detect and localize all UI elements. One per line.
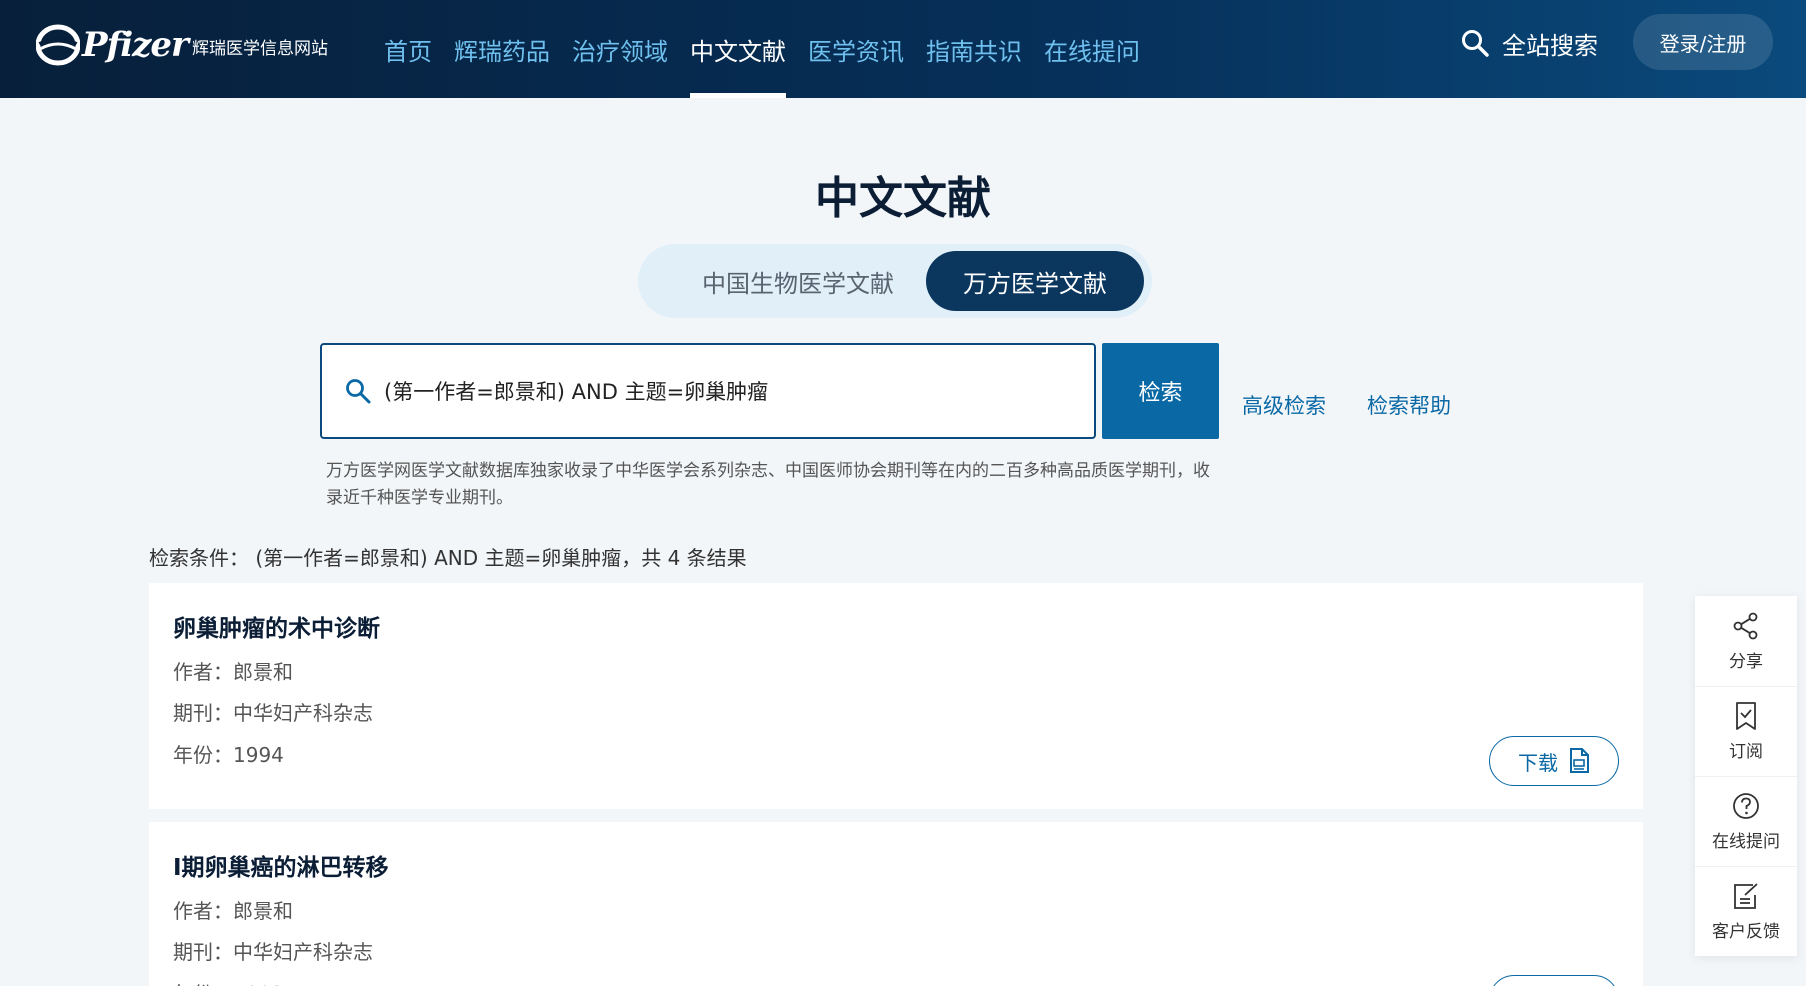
toolbar-subscribe[interactable]: 订阅 (1695, 686, 1797, 776)
floating-toolbar: 分享 订阅 在线提问 客户反馈 (1695, 596, 1797, 956)
result-card: 卵巢肿瘤的术中诊断 作者：郎景和 期刊：中华妇产科杂志 年份：1994 下载 (149, 583, 1643, 809)
main-nav: 首页 辉瑞药品 治疗领域 中文文献 医学资讯 指南共识 在线提问 (384, 0, 1162, 98)
toolbar-label: 客户反馈 (1712, 922, 1780, 942)
database-description: 万方医学网医学文献数据库独家收录了中华医学会系列杂志、中国医师协会期刊等在内的二… (326, 461, 1210, 508)
search-box (320, 343, 1096, 439)
result-journal: 期刊：中华妇产科杂志 (173, 701, 373, 725)
nav-pfizer-products[interactable]: 辉瑞药品 (454, 0, 550, 98)
result-title[interactable]: Ⅰ期卵巢癌的淋巴转移 (173, 848, 389, 882)
toolbar-label: 在线提问 (1712, 832, 1780, 852)
question-icon (1733, 793, 1759, 819)
pdf-document-icon (1570, 748, 1589, 773)
pfizer-logo-icon (36, 24, 80, 66)
toolbar-feedback[interactable]: 客户反馈 (1695, 866, 1797, 956)
tab-wanfang[interactable]: 万方医学文献 (926, 251, 1144, 311)
toolbar-share[interactable]: 分享 (1695, 596, 1797, 686)
logo-wordmark: Pfizer (82, 25, 189, 65)
search-condition-summary: 检索条件： (第一作者=郎景和) AND 主题=卵巢肿瘤，共 4 条结果 (149, 546, 747, 570)
result-author: 作者：郎景和 (173, 660, 293, 684)
nav-online-question[interactable]: 在线提问 (1044, 0, 1140, 98)
search-icon (1462, 30, 1489, 57)
feedback-icon (1734, 883, 1758, 909)
top-header: Pfizer 辉瑞医学信息网站 首页 辉瑞药品 治疗领域 中文文献 医学资讯 指… (0, 0, 1806, 98)
search-input[interactable] (384, 379, 1064, 403)
nav-guidelines[interactable]: 指南共识 (926, 0, 1022, 98)
result-year: 年份：1994 (173, 743, 284, 767)
download-label: 下载 (1518, 750, 1558, 775)
share-icon (1733, 612, 1758, 639)
result-journal: 期刊：中华妇产科杂志 (173, 940, 373, 964)
download-button[interactable]: 下载 (1489, 736, 1619, 786)
toolbar-label: 订阅 (1729, 742, 1763, 762)
result-title[interactable]: 卵巢肿瘤的术中诊断 (173, 609, 380, 643)
search-icon (346, 379, 371, 404)
advanced-search-link[interactable]: 高级检索 (1242, 390, 1326, 420)
result-card: Ⅰ期卵巢癌的淋巴转移 作者：郎景和 期刊：中华妇产科杂志 年份：1993 下载 (149, 822, 1643, 986)
result-author: 作者：郎景和 (173, 899, 293, 923)
nav-home[interactable]: 首页 (384, 0, 432, 98)
site-search-button[interactable]: 全站搜索 (1460, 0, 1598, 86)
pfizer-logo[interactable]: Pfizer (36, 10, 189, 80)
nav-medical-news[interactable]: 医学资讯 (808, 0, 904, 98)
site-search-label: 全站搜索 (1502, 31, 1598, 60)
database-tabs: 中国生物医学文献 万方医学文献 (638, 244, 1152, 318)
download-button[interactable]: 下载 (1489, 975, 1619, 986)
page-title: 中文文献 (815, 173, 991, 224)
toolbar-online-question[interactable]: 在线提问 (1695, 776, 1797, 866)
toolbar-label: 分享 (1729, 651, 1763, 672)
search-help-link[interactable]: 检索帮助 (1367, 390, 1451, 420)
login-register-button[interactable]: 登录/注册 (1633, 14, 1773, 70)
result-year: 年份：1993 (173, 978, 284, 986)
tab-cbm[interactable]: 中国生物医学文献 (646, 251, 950, 311)
site-name: 辉瑞医学信息网站 (192, 39, 328, 59)
nav-chinese-literature[interactable]: 中文文献 (690, 0, 786, 98)
subscribe-icon (1736, 702, 1756, 730)
search-button[interactable]: 检索 (1102, 343, 1219, 439)
nav-therapeutic-areas[interactable]: 治疗领域 (572, 0, 668, 98)
